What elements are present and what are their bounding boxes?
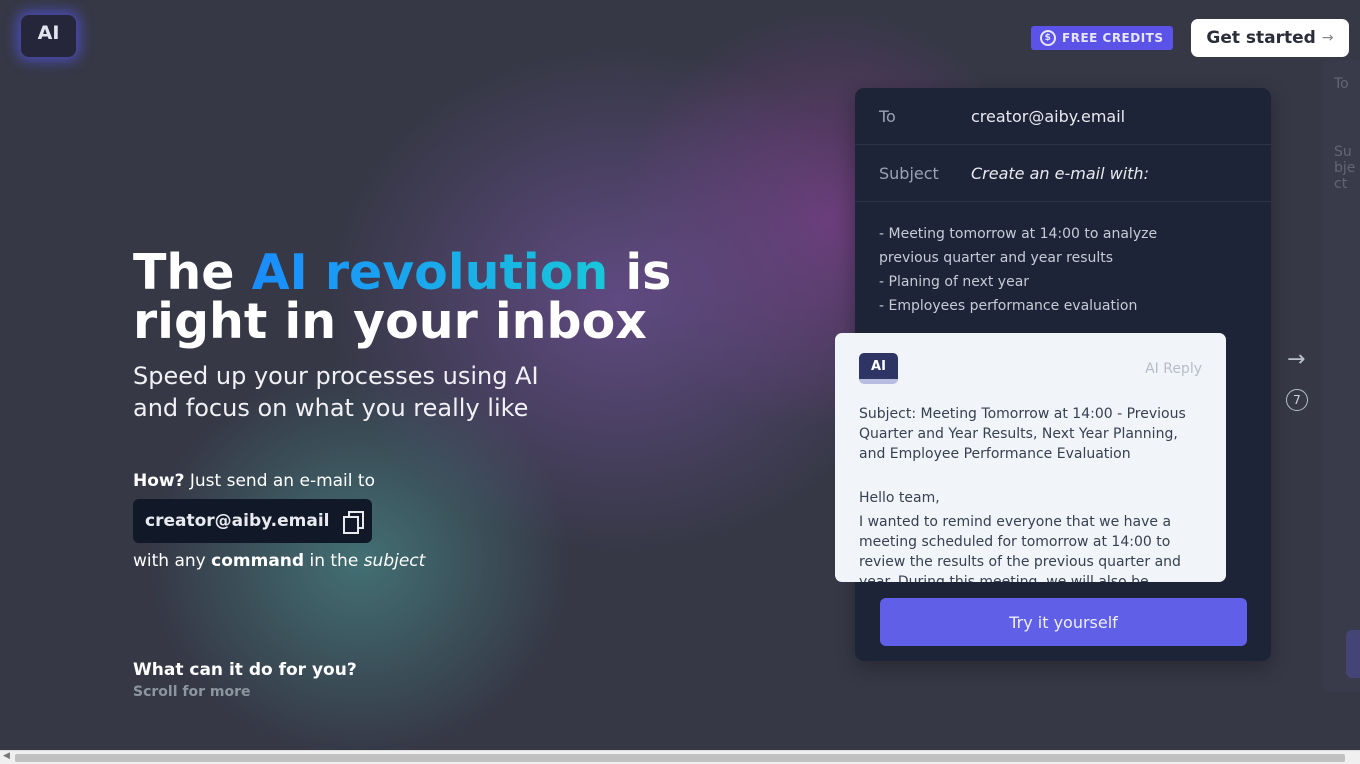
free-credits-label: FREE CREDITS (1062, 31, 1164, 45)
command-hint: with any command in the subject (133, 551, 425, 571)
scrollbar-thumb[interactable] (15, 754, 1345, 762)
scroll-left-icon[interactable]: ◀ (3, 751, 10, 761)
logo[interactable]: AI (21, 15, 76, 57)
with-pre: with any (133, 551, 212, 571)
reply-body: I wanted to remind everyone that we have… (859, 514, 1181, 582)
to-row: To creator@aiby.email (855, 88, 1271, 145)
slide-count-badge: 7 (1286, 389, 1308, 411)
to-label: To (879, 106, 896, 126)
ai-logo: AI (859, 353, 898, 384)
get-started-label: Get started (1206, 28, 1316, 48)
ai-reply-card: AI AI Reply Subject: Meeting Tomorrow at… (835, 333, 1226, 582)
subject-label: Subject (879, 163, 939, 183)
ghost-to-label: To (1334, 76, 1349, 92)
scroll-hint[interactable]: Scroll for more (133, 684, 250, 700)
subtitle: Speed up your processes using AI and foc… (133, 362, 539, 422)
copy-icon[interactable] (343, 511, 365, 534)
subject-row: Subject Create an e-mail with: (855, 145, 1271, 202)
ghost-subject-label: Subject (1334, 144, 1356, 192)
ai-reply-label: AI Reply (1145, 361, 1202, 377)
with-bold: command (211, 551, 305, 571)
what-heading: What can it do for you? (133, 660, 357, 680)
coin-icon: $ (1040, 30, 1056, 46)
subject-value: Create an e-mail with: (971, 163, 1149, 183)
arrow-right-icon: → (1321, 30, 1334, 46)
ghost-button (1346, 630, 1360, 678)
free-credits-badge[interactable]: $ FREE CREDITS (1031, 26, 1173, 50)
list-item: - Employees performance evaluation (879, 298, 1138, 314)
command-list: - Meeting tomorrow at 14:00 to analyze p… (855, 202, 1235, 338)
reply-greeting: Hello team, (859, 490, 940, 506)
with-italic: subject (363, 551, 426, 571)
next-arrow-icon[interactable]: → (1287, 347, 1305, 372)
next-example-card[interactable]: To Subject (1322, 60, 1360, 692)
with-mid: in the (304, 551, 364, 571)
list-item: - Meeting tomorrow at 14:00 to analyze p… (879, 226, 1158, 266)
how-text: How? Just send an e-mail to (133, 471, 375, 491)
how-rest: Just send an e-mail to (184, 471, 375, 491)
list-item: - Planing of next year (879, 274, 1030, 290)
try-it-yourself-button[interactable]: Try it yourself (880, 598, 1247, 646)
get-started-button[interactable]: Get started → (1191, 19, 1349, 57)
how-bold: How? (133, 471, 185, 491)
email-address: creator@aiby.email (145, 511, 330, 531)
reply-subject: Subject: Meeting Tomorrow at 14:00 - Pre… (859, 406, 1186, 462)
horizontal-scrollbar[interactable]: ◀ (0, 750, 1360, 764)
copy-email-button[interactable]: creator@aiby.email (133, 499, 372, 543)
page-title: The AI revolution is right in your inbox (133, 248, 733, 346)
to-value: creator@aiby.email (971, 106, 1126, 126)
